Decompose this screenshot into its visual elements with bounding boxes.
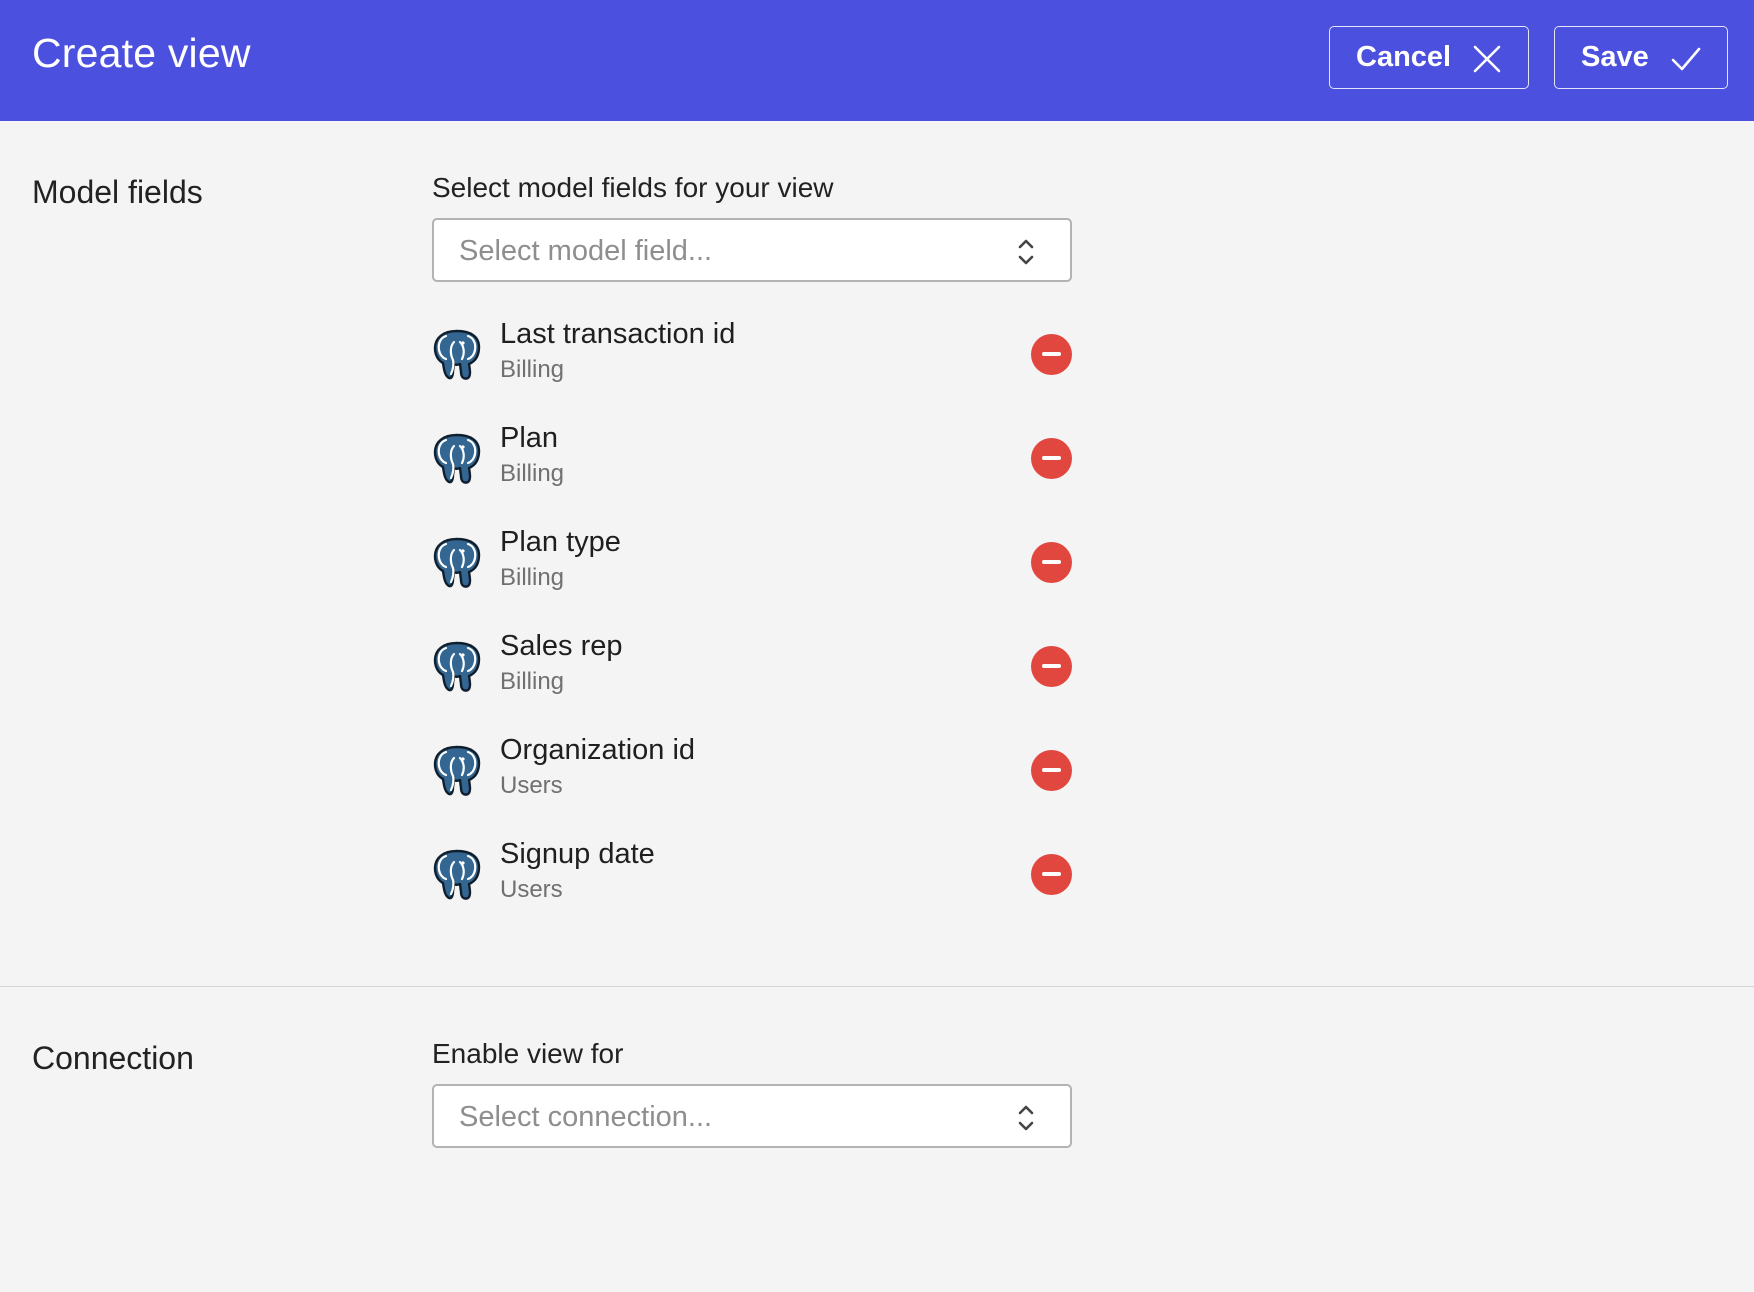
model-field-name: Plan bbox=[500, 422, 559, 454]
postgresql-icon bbox=[432, 640, 482, 694]
check-icon bbox=[1671, 47, 1701, 71]
postgresql-icon bbox=[432, 744, 482, 798]
close-icon bbox=[1473, 45, 1501, 73]
postgresql-icon bbox=[432, 536, 482, 590]
connection-select[interactable]: Select connection... bbox=[432, 1084, 1072, 1148]
model-field-group: Billing bbox=[500, 460, 565, 487]
section-title-connection: Connection bbox=[32, 1040, 194, 1076]
section-title-model-fields: Model fields bbox=[32, 174, 203, 210]
model-field-item: Organization id Users bbox=[432, 734, 1072, 814]
cancel-button[interactable]: Cancel bbox=[1329, 26, 1529, 89]
model-field-name: Signup date bbox=[500, 838, 655, 870]
connection-select-placeholder: Select connection... bbox=[459, 1101, 713, 1133]
postgresql-icon bbox=[432, 432, 482, 486]
model-field-group: Users bbox=[500, 772, 563, 799]
model-field-name: Plan type bbox=[500, 526, 621, 558]
save-label: Save bbox=[1581, 41, 1649, 73]
cancel-label: Cancel bbox=[1356, 41, 1452, 73]
remove-field-button[interactable] bbox=[1031, 750, 1072, 791]
model-field-item: Plan Billing bbox=[432, 422, 1072, 502]
page-title: Create view bbox=[32, 30, 251, 76]
remove-field-button[interactable] bbox=[1031, 334, 1072, 375]
model-field-item: Plan type Billing bbox=[432, 526, 1072, 606]
model-field-group: Billing bbox=[500, 668, 565, 695]
chevron-up-down-icon bbox=[1018, 1105, 1034, 1131]
model-field-item: Signup date Users bbox=[432, 838, 1072, 918]
postgresql-icon bbox=[432, 328, 482, 382]
chevron-up-down-icon bbox=[1018, 239, 1034, 265]
connection-label: Enable view for bbox=[432, 1038, 624, 1069]
model-field-name: Last transaction id bbox=[500, 318, 736, 350]
model-field-group: Users bbox=[500, 876, 563, 903]
remove-field-button[interactable] bbox=[1031, 646, 1072, 687]
model-field-group: Billing bbox=[500, 356, 565, 383]
section-divider bbox=[0, 986, 1754, 987]
save-button[interactable]: Save bbox=[1554, 26, 1728, 89]
remove-field-button[interactable] bbox=[1031, 438, 1072, 479]
model-field-select-placeholder: Select model field... bbox=[459, 235, 713, 267]
model-field-name: Organization id bbox=[500, 734, 696, 766]
model-field-group: Billing bbox=[500, 564, 565, 591]
remove-field-button[interactable] bbox=[1031, 542, 1072, 583]
remove-field-button[interactable] bbox=[1031, 854, 1072, 895]
model-field-item: Sales rep Billing bbox=[432, 630, 1072, 710]
model-field-item: Last transaction id Billing bbox=[432, 318, 1072, 398]
model-field-select[interactable]: Select model field... bbox=[432, 218, 1072, 282]
postgresql-icon bbox=[432, 848, 482, 902]
header-bar: Create view Cancel Save bbox=[0, 0, 1754, 121]
model-field-name: Sales rep bbox=[500, 630, 623, 662]
model-fields-label: Select model fields for your view bbox=[432, 172, 834, 203]
